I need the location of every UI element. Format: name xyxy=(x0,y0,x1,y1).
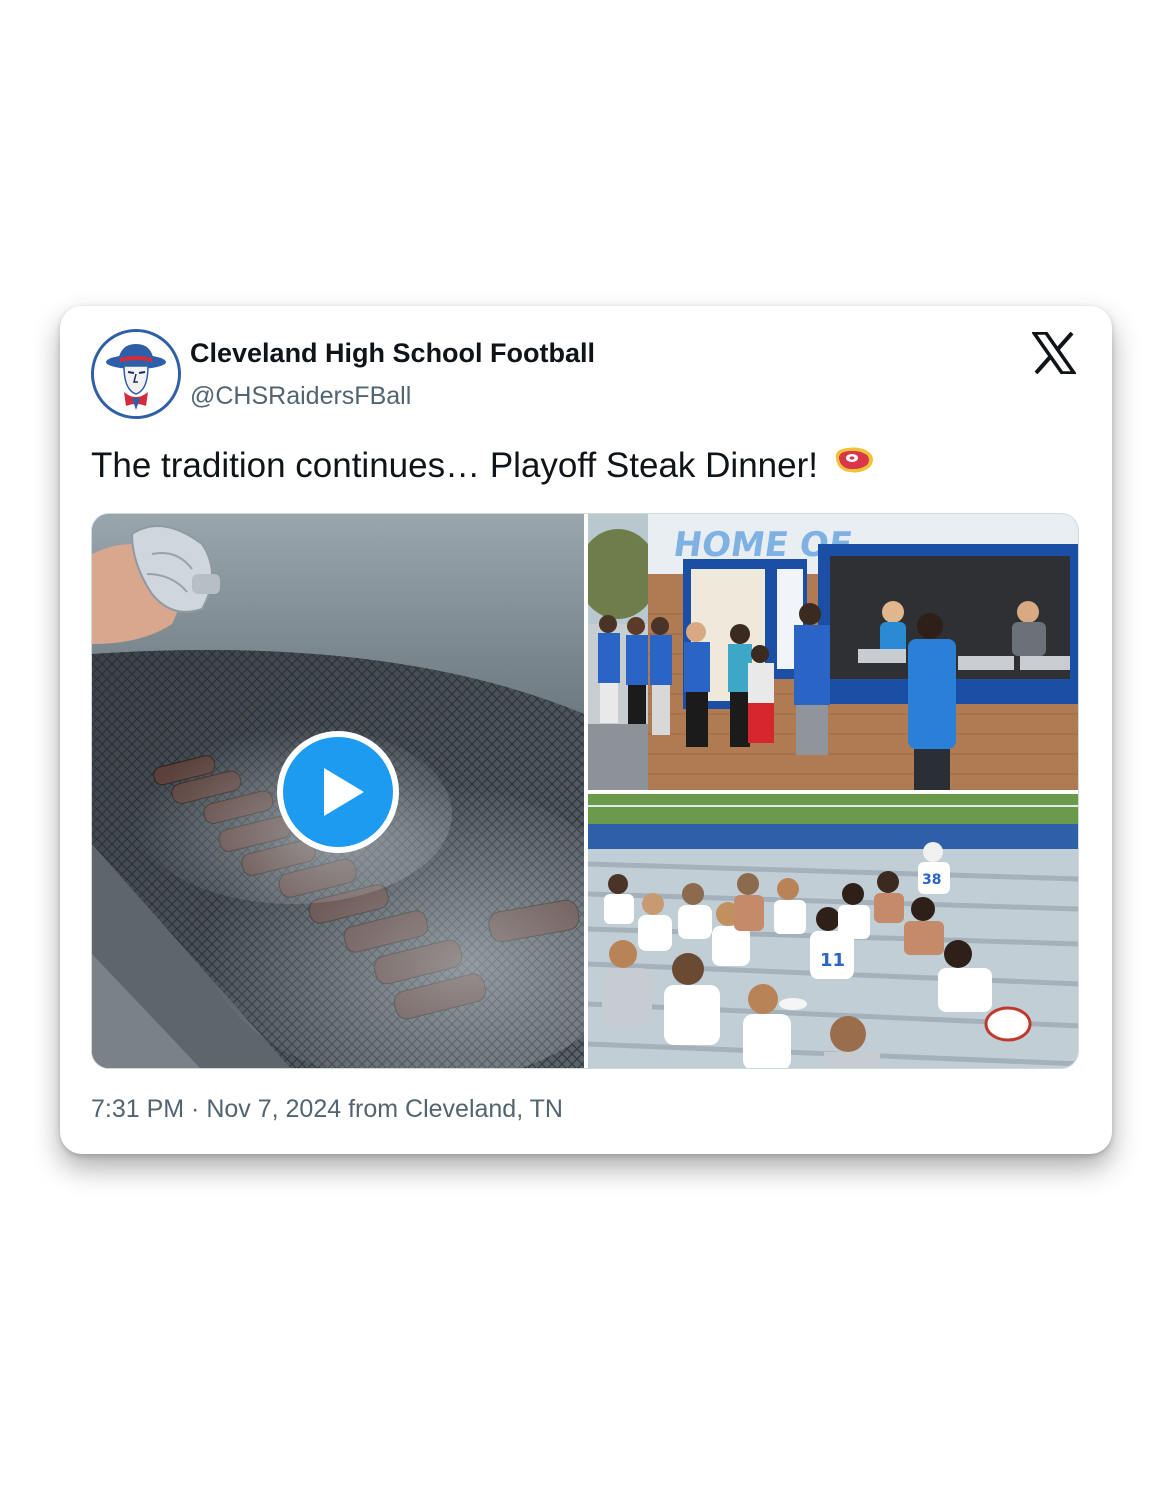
tweet-card: Cleveland High School Football @CHSRaide… xyxy=(60,306,1112,1154)
author-name[interactable]: Cleveland High School Football xyxy=(190,338,595,369)
svg-text:11: 11 xyxy=(820,950,845,971)
photo-concession-line[interactable]: HOME OF xyxy=(588,514,1078,790)
x-logo-icon[interactable] xyxy=(1030,331,1078,375)
steak-emoji-icon xyxy=(832,444,876,484)
video-thumbnail[interactable] xyxy=(92,514,584,1068)
svg-text:38: 38 xyxy=(922,872,941,888)
tweet-text-content: The tradition continues… Playoff Steak D… xyxy=(91,446,818,485)
author-handle[interactable]: @CHSRaidersFBall xyxy=(190,382,411,411)
raider-mascot-icon xyxy=(94,332,178,416)
author-avatar[interactable] xyxy=(91,329,181,419)
photo-bleachers-dinner[interactable]: 11 38 xyxy=(588,794,1078,1068)
play-button[interactable] xyxy=(274,728,402,856)
media-grid: HOME OF 11 38 xyxy=(91,513,1079,1069)
tweet-text: The tradition continues… Playoff Steak D… xyxy=(91,446,876,488)
play-icon xyxy=(277,731,399,853)
tweet-timestamp[interactable]: 7:31 PM · Nov 7, 2024 from Cleveland, TN xyxy=(91,1095,563,1124)
